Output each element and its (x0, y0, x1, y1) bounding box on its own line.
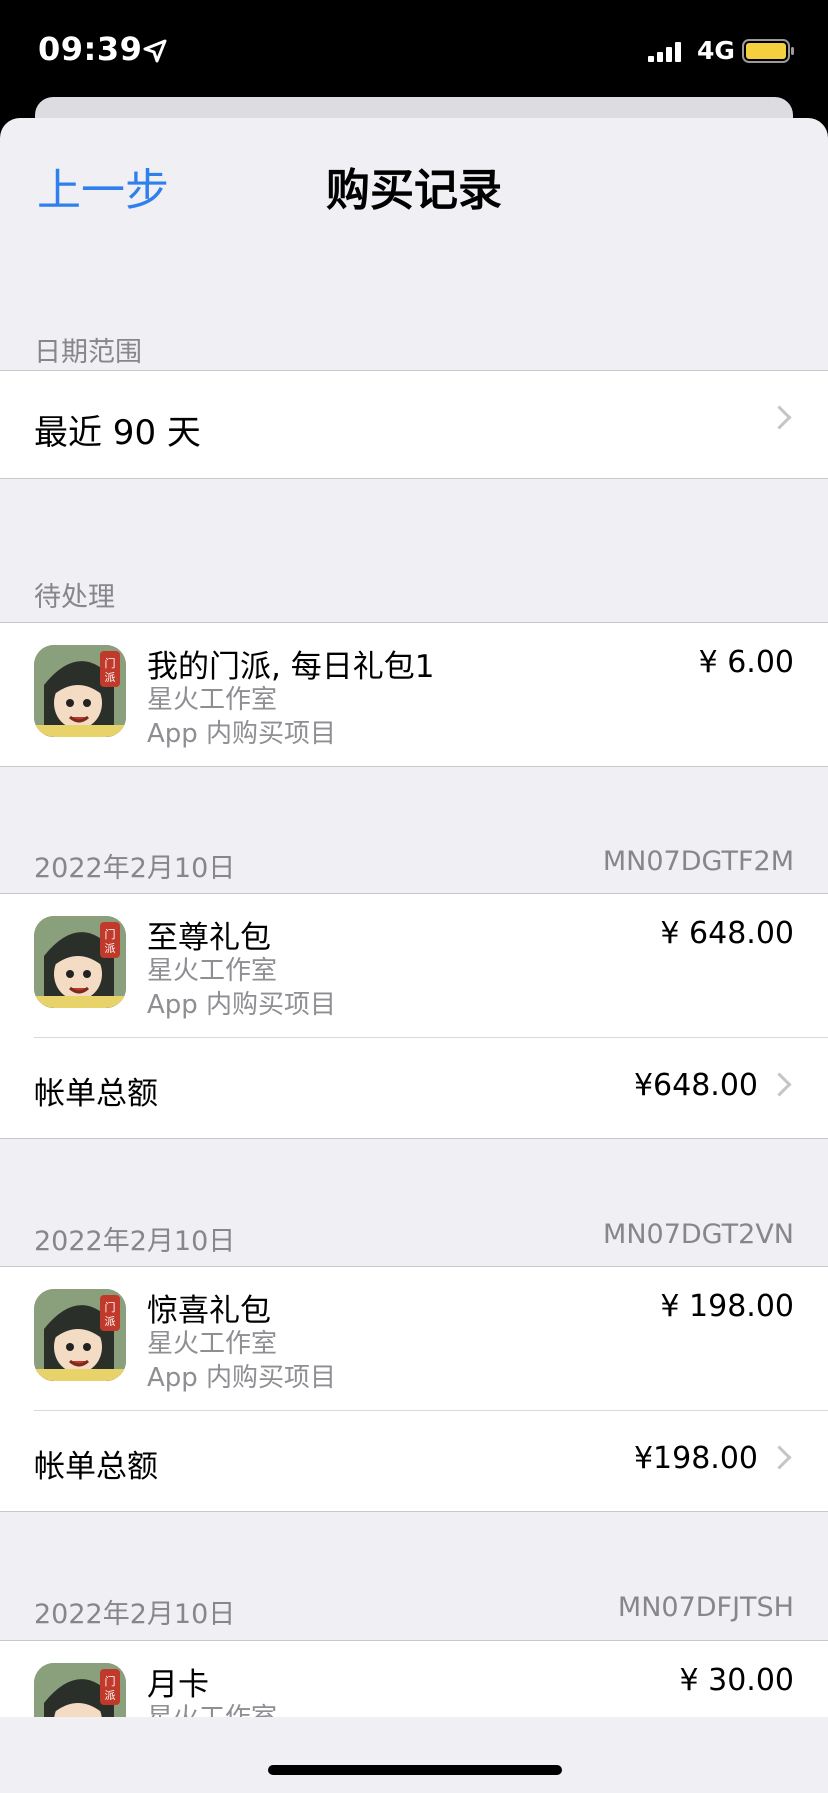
svg-text:派: 派 (105, 942, 116, 955)
battery-icon (742, 38, 796, 68)
status-time: 09:39 (38, 30, 143, 68)
date-range-value: 最近 90 天 (34, 413, 201, 453)
chevron-right-icon (767, 1445, 792, 1470)
section-header-date-range: 日期范围 (0, 330, 828, 370)
chevron-right-icon (767, 405, 792, 430)
purchase-history-sheet: 上一步 购买记录 日期范围 最近 90 天 待处理 门 派 我的门派, 每日礼包… (0, 118, 828, 1793)
order-date: 2022年2月10日 (34, 1226, 236, 1257)
total-amount: ¥198.00 (633, 1441, 758, 1476)
status-bar: 09:39 4G (0, 0, 828, 100)
item-price: ¥ 198.00 (660, 1289, 794, 1324)
order-date: 2022年2月10日 (34, 1599, 236, 1630)
pending-group: 门 派 我的门派, 每日礼包1 星火工作室 App 内购买项目 ¥ 6.00 (0, 622, 828, 767)
svg-text:门: 门 (105, 656, 116, 670)
item-kind: App 内购买项目 (147, 1363, 337, 1393)
item-price: ¥ 30.00 (679, 1663, 794, 1698)
cellular-signal-icon (648, 40, 688, 68)
order-group: 门 派 至尊礼包 星火工作室 App 内购买项目 ¥ 648.00 帐单总额 ¥… (0, 893, 828, 1139)
home-indicator-area (0, 1717, 828, 1793)
section-header-label: 待处理 (34, 582, 115, 613)
svg-text:门: 门 (105, 927, 116, 941)
section-header-label: 日期范围 (34, 337, 142, 368)
item-kind: App 内购买项目 (147, 990, 337, 1020)
item-developer: 星火工作室 (147, 1329, 278, 1359)
item-price: ¥ 648.00 (660, 916, 794, 951)
section-header-pending: 待处理 (0, 575, 828, 615)
svg-text:派: 派 (105, 1315, 116, 1328)
network-type: 4G (697, 36, 735, 65)
svg-text:门: 门 (105, 1300, 116, 1314)
order-total-row[interactable]: 帐单总额 ¥198.00 (34, 1410, 828, 1511)
item-developer: 星火工作室 (147, 956, 278, 986)
purchase-item[interactable]: 门 派 至尊礼包 星火工作室 App 内购买项目 ¥ 648.00 (0, 894, 828, 1037)
item-price: ¥ 6.00 (698, 645, 794, 680)
home-indicator[interactable] (268, 1765, 562, 1775)
svg-text:派: 派 (105, 1689, 116, 1702)
section-header-order: 2022年2月10日 MN07DFJTSH (0, 1592, 828, 1632)
location-arrow-icon (142, 38, 168, 68)
section-header-order: 2022年2月10日 MN07DGT2VN (0, 1219, 828, 1259)
app-icon-menpai: 门 派 (34, 1289, 126, 1381)
total-label: 帐单总额 (34, 1076, 158, 1112)
order-total-row[interactable]: 帐单总额 ¥648.00 (34, 1037, 828, 1138)
item-kind: App 内购买项目 (147, 719, 337, 749)
order-id: MN07DGT2VN (603, 1219, 794, 1250)
purchase-item[interactable]: 门 派 惊喜礼包 星火工作室 App 内购买项目 ¥ 198.00 (0, 1267, 828, 1410)
date-range-row[interactable]: 最近 90 天 (0, 371, 828, 478)
order-date: 2022年2月10日 (34, 853, 236, 884)
section-header-order: 2022年2月10日 MN07DGTF2M (0, 846, 828, 886)
app-icon-menpai: 门 派 (34, 645, 126, 737)
order-group: 门 派 惊喜礼包 星火工作室 App 内购买项目 ¥ 198.00 帐单总额 ¥… (0, 1266, 828, 1512)
total-label: 帐单总额 (34, 1449, 158, 1485)
app-icon-menpai: 门 派 (34, 916, 126, 1008)
total-amount: ¥648.00 (633, 1068, 758, 1103)
order-id: MN07DGTF2M (602, 846, 794, 877)
chevron-right-icon (767, 1072, 792, 1097)
page-title: 购买记录 (326, 165, 502, 216)
purchase-item[interactable]: 门 派 我的门派, 每日礼包1 星火工作室 App 内购买项目 ¥ 6.00 (0, 623, 828, 766)
svg-text:派: 派 (105, 671, 116, 684)
item-developer: 星火工作室 (147, 685, 278, 715)
order-id: MN07DFJTSH (617, 1592, 794, 1623)
svg-text:门: 门 (105, 1674, 116, 1688)
date-range-group: 最近 90 天 (0, 370, 828, 479)
